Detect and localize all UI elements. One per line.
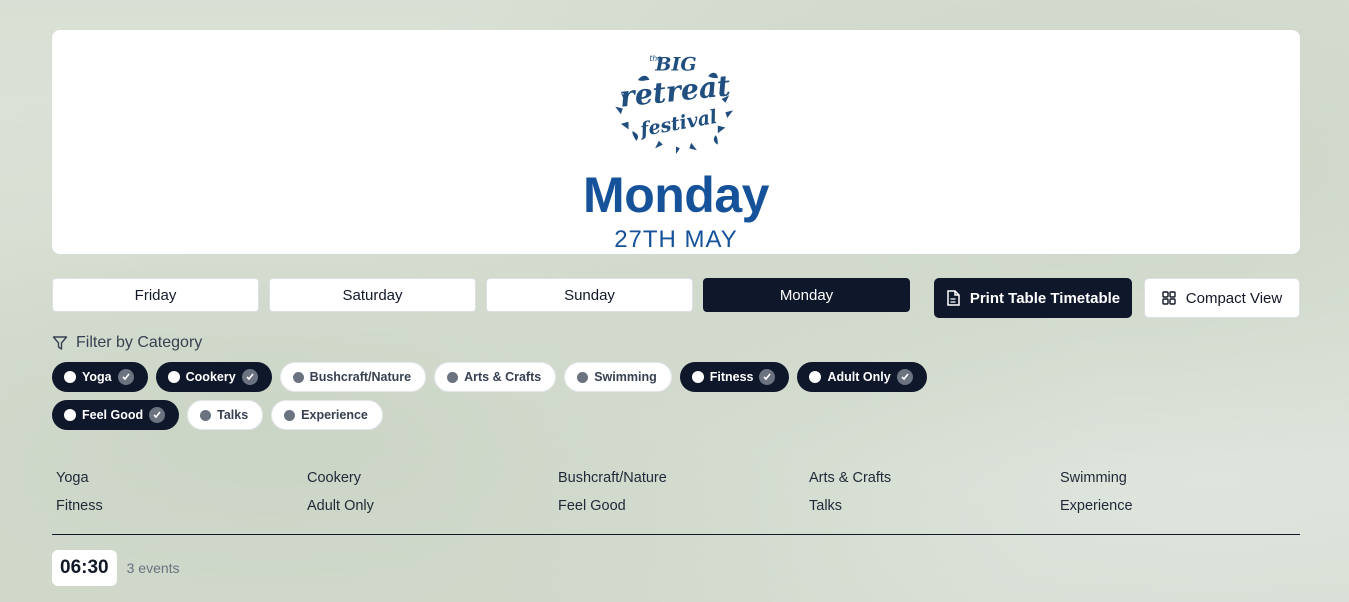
tab-sunday[interactable]: Sunday	[486, 278, 693, 312]
tab-saturday[interactable]: Saturday	[269, 278, 476, 312]
legend-item: Swimming	[1060, 470, 1127, 486]
check-icon	[241, 369, 258, 385]
legend-item: Arts & Crafts	[809, 470, 892, 486]
chip-label: Adult Only	[827, 370, 891, 384]
chip-arts-crafts[interactable]: Arts & Crafts	[434, 362, 557, 392]
svg-text:festival: festival	[637, 106, 719, 141]
legend-item: Talks	[809, 498, 843, 514]
category-dot-icon	[64, 409, 76, 421]
filter-heading: Filter by Category	[52, 334, 202, 352]
chip-adult-only[interactable]: Adult Only	[797, 362, 927, 392]
document-icon	[947, 290, 960, 306]
chip-label: Talks	[217, 408, 249, 422]
grid-icon	[1162, 291, 1176, 305]
legend-item: Fitness	[56, 498, 103, 514]
check-icon	[117, 369, 134, 385]
filter-icon	[52, 336, 68, 350]
category-dot-icon	[577, 371, 589, 383]
chip-talks[interactable]: Talks	[187, 400, 264, 430]
chip-bushcraft[interactable]: Bushcraft/Nature	[279, 362, 427, 392]
svg-text:the: the	[649, 54, 662, 63]
chip-label: Fitness	[709, 370, 754, 384]
category-dot-icon	[809, 371, 822, 383]
chip-swimming[interactable]: Swimming	[564, 362, 672, 392]
print-timetable-button[interactable]: Print Table Timetable	[934, 278, 1132, 318]
compact-view-button[interactable]: Compact View	[1144, 278, 1300, 318]
event-count: 3 events	[126, 560, 180, 576]
chip-label: Experience	[301, 408, 368, 422]
chip-yoga[interactable]: Yoga	[52, 362, 148, 392]
chip-feel-good[interactable]: Feel Good	[52, 400, 180, 430]
category-dot-icon	[64, 371, 76, 383]
category-dot-icon	[691, 371, 704, 383]
print-timetable-label: Print Table Timetable	[969, 289, 1121, 307]
legend-item: Adult Only	[307, 498, 374, 514]
check-icon	[149, 407, 166, 423]
category-dot-icon	[167, 371, 180, 383]
legend-item: Feel Good	[558, 498, 626, 514]
divider	[52, 534, 1300, 535]
category-dot-icon	[200, 409, 212, 421]
chip-label: Yoga	[82, 370, 112, 384]
tab-friday[interactable]: Friday	[52, 278, 259, 312]
page-date: 27TH MAY	[614, 226, 738, 253]
tab-monday[interactable]: Monday	[703, 278, 910, 312]
category-legend: Yoga Cookery Bushcraft/Nature Arts & Cra…	[56, 470, 1300, 514]
timeslot-header: 06:30 3 events	[52, 550, 180, 586]
chip-cookery[interactable]: Cookery	[155, 362, 272, 392]
chip-label: Cookery	[185, 370, 236, 384]
chip-experience[interactable]: Experience	[271, 400, 383, 430]
category-dot-icon	[292, 371, 304, 383]
day-tabs: Friday Saturday Sunday Monday Print Tabl…	[52, 278, 1300, 318]
page-title: Monday	[583, 167, 769, 223]
legend-item: Bushcraft/Nature	[558, 470, 667, 486]
category-chips: Yoga Cookery Bushcraft/Nature Arts & Cra…	[52, 362, 952, 438]
check-icon	[896, 369, 913, 385]
legend-item: Experience	[1060, 498, 1133, 514]
page-container: BIG retreat festival the Monday 27TH MAY…	[52, 30, 1300, 586]
chip-label: Feel Good	[82, 408, 144, 422]
chip-fitness[interactable]: Fitness	[679, 362, 790, 392]
festival-logo: BIG retreat festival the	[615, 54, 733, 155]
category-dot-icon	[447, 371, 459, 383]
chip-label: Arts & Crafts	[464, 370, 542, 384]
chip-label: Swimming	[594, 370, 657, 384]
compact-view-label: Compact View	[1185, 289, 1283, 307]
category-dot-icon	[284, 409, 296, 421]
legend-item: Cookery	[307, 470, 361, 486]
time-badge: 06:30	[52, 550, 117, 586]
check-icon	[759, 369, 776, 385]
chip-label: Bushcraft/Nature	[309, 370, 412, 384]
legend-item: Yoga	[56, 470, 89, 486]
header-card: BIG retreat festival the Monday 27TH MAY	[52, 30, 1300, 254]
filter-label: Filter by Category	[76, 334, 203, 351]
